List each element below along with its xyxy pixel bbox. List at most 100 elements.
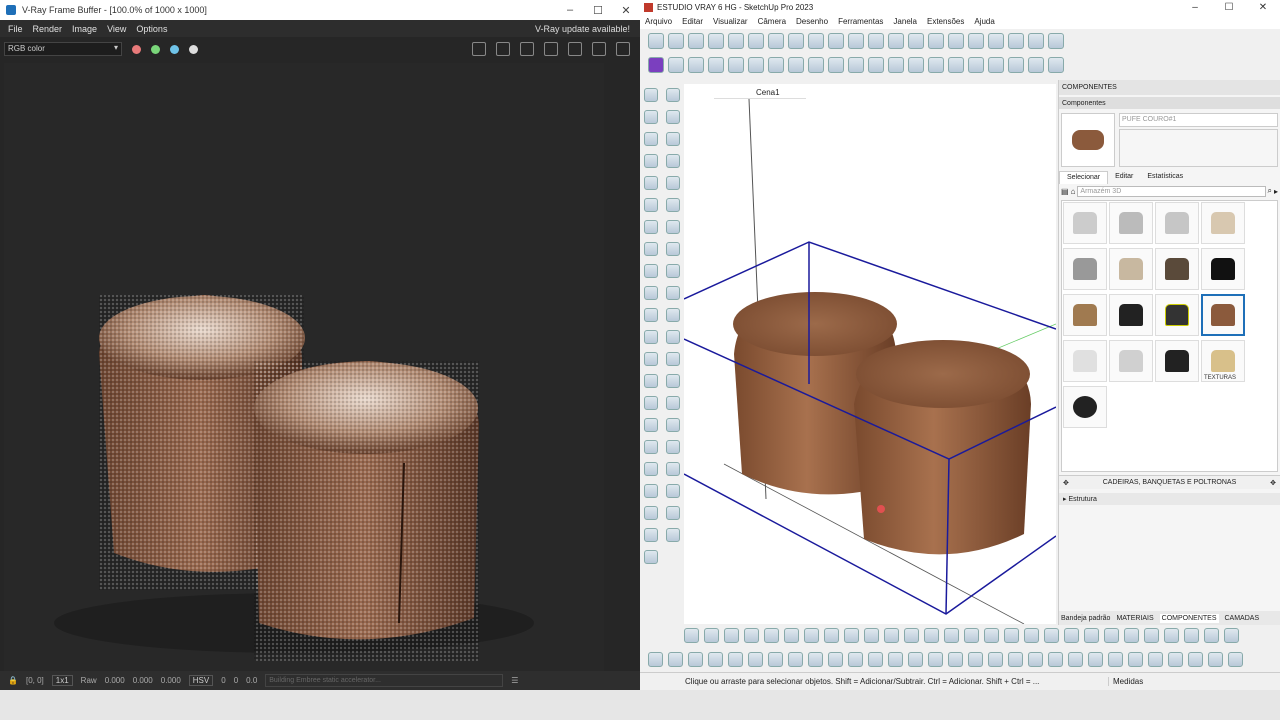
menu-options[interactable]: Options	[136, 24, 167, 34]
bottom-tool-icon[interactable]	[804, 628, 819, 643]
clear-image-icon[interactable]	[496, 42, 510, 56]
line-icon[interactable]	[644, 154, 658, 168]
components-section[interactable]: Componentes	[1059, 97, 1280, 109]
target-icon[interactable]	[1028, 33, 1044, 49]
styles-icon[interactable]	[988, 33, 1004, 49]
rotated-rect-icon[interactable]	[666, 176, 680, 190]
paint-bucket-icon[interactable]	[644, 110, 658, 124]
render-icon[interactable]	[616, 42, 630, 56]
collection-menu-icon[interactable]: ✥	[1063, 479, 1069, 487]
vray-asset-editor-icon[interactable]	[648, 57, 664, 73]
bottom-tool-icon[interactable]	[684, 628, 699, 643]
save-image-icon[interactable]	[472, 42, 486, 56]
bottom-tool-icon[interactable]	[844, 628, 859, 643]
add-icon[interactable]	[928, 33, 944, 49]
maximize-icon[interactable]: ☐	[1212, 2, 1246, 13]
menu-ferramentas[interactable]: Ferramentas	[838, 17, 883, 26]
tab-camadas[interactable]: CAMADAS	[1225, 615, 1260, 622]
color-mode-select[interactable]: HSV	[188, 675, 214, 686]
axes-icon[interactable]	[644, 374, 658, 388]
tab-editar[interactable]: Editar	[1108, 171, 1140, 184]
home-icon[interactable]: ⌂	[1071, 187, 1076, 196]
xray-icon[interactable]	[768, 33, 784, 49]
maximize-icon[interactable]: ☐	[584, 4, 612, 17]
bottom-tool-icon[interactable]	[1224, 628, 1239, 643]
freehand-icon[interactable]	[666, 154, 680, 168]
bottom-tool-icon[interactable]	[1124, 628, 1139, 643]
tag-tool-icon[interactable]	[644, 132, 658, 146]
dimension-icon[interactable]	[666, 330, 680, 344]
drape-icon[interactable]	[666, 528, 680, 542]
zoom-window-icon[interactable]	[666, 418, 680, 432]
zoom-icon[interactable]	[644, 418, 658, 432]
look-around-icon[interactable]	[644, 484, 658, 498]
polygon-icon[interactable]	[666, 198, 680, 212]
bottom-tool-icon[interactable]	[1008, 652, 1023, 667]
bottom-tool-icon[interactable]	[784, 628, 799, 643]
component-item[interactable]	[1155, 340, 1199, 382]
bottom-tool-icon[interactable]	[1204, 628, 1219, 643]
menu-desenho[interactable]: Desenho	[796, 17, 828, 26]
menu-editar[interactable]: Editar	[682, 17, 703, 26]
bottom-tool-icon[interactable]	[1128, 652, 1143, 667]
ies-light-icon[interactable]	[968, 57, 984, 73]
sphere-light-icon[interactable]	[748, 57, 764, 73]
bottom-tool-icon[interactable]	[868, 652, 883, 667]
scatter-icon[interactable]	[988, 57, 1004, 73]
channel-select[interactable]: RGB color	[4, 42, 122, 56]
bottom-tool-icon[interactable]	[948, 652, 963, 667]
bottom-tool-icon[interactable]	[884, 628, 899, 643]
back-view-icon[interactable]	[728, 33, 744, 49]
log-icon[interactable]: ☰	[511, 676, 518, 685]
bottom-tool-icon[interactable]	[968, 652, 983, 667]
structure-section[interactable]: ▸ Estrutura	[1059, 493, 1280, 505]
bottom-tool-icon[interactable]	[964, 628, 979, 643]
bottom-tool-icon[interactable]	[1168, 652, 1183, 667]
infinite-plane-icon[interactable]	[948, 57, 964, 73]
tab-bandeja-padrao[interactable]: Bandeja padrão	[1061, 615, 1110, 622]
circle-icon[interactable]	[644, 198, 658, 212]
bottom-tool-icon[interactable]	[744, 628, 759, 643]
component-item[interactable]	[1201, 202, 1245, 244]
render-view[interactable]	[0, 61, 640, 671]
bottom-tool-icon[interactable]	[1044, 628, 1059, 643]
minimize-icon[interactable]: –	[1178, 2, 1212, 13]
scale-icon[interactable]	[644, 308, 658, 322]
menu-arquivo[interactable]: Arquivo	[645, 17, 672, 26]
push-pull-icon[interactable]	[666, 264, 680, 278]
clipper-icon[interactable]	[888, 57, 904, 73]
render-interactive-icon[interactable]	[688, 57, 704, 73]
component-item[interactable]	[1109, 294, 1153, 336]
component-item[interactable]	[1155, 248, 1199, 290]
iso-view-icon[interactable]	[648, 33, 664, 49]
bottom-tool-icon[interactable]	[1188, 652, 1203, 667]
tab-selecionar[interactable]: Selecionar	[1059, 171, 1109, 184]
follow-me-icon[interactable]	[666, 286, 680, 300]
move-icon[interactable]	[644, 264, 658, 278]
component-item[interactable]	[1109, 202, 1153, 244]
search-icon[interactable]: ⌕	[1268, 186, 1272, 196]
bottom-tool-icon[interactable]	[984, 628, 999, 643]
bottom-tool-icon[interactable]	[864, 628, 879, 643]
scene-tab[interactable]: Cena1	[714, 85, 806, 99]
bottom-tool-icon[interactable]	[1004, 628, 1019, 643]
menu-ajuda[interactable]: Ajuda	[974, 17, 994, 26]
component-item[interactable]	[1063, 294, 1107, 336]
left-view-icon[interactable]	[748, 33, 764, 49]
component-item[interactable]	[1063, 386, 1107, 428]
walk-icon[interactable]	[666, 462, 680, 476]
component-item-selected[interactable]	[1201, 294, 1245, 336]
grid-icon[interactable]	[1048, 57, 1064, 73]
tape-icon[interactable]	[644, 330, 658, 344]
menu-view[interactable]: View	[107, 24, 126, 34]
bottom-tool-icon[interactable]	[688, 652, 703, 667]
pan-icon[interactable]	[666, 396, 680, 410]
top-view-icon[interactable]	[668, 33, 684, 49]
line-light-icon[interactable]	[768, 57, 784, 73]
component-item[interactable]	[1063, 202, 1107, 244]
component-folder-texturas[interactable]: TEXTURAS	[1201, 340, 1245, 382]
component-item[interactable]	[1063, 340, 1107, 382]
bottom-tool-icon[interactable]	[1084, 628, 1099, 643]
collection-nav-icon[interactable]: ✥	[1270, 479, 1276, 487]
checker-icon[interactable]	[968, 33, 984, 49]
